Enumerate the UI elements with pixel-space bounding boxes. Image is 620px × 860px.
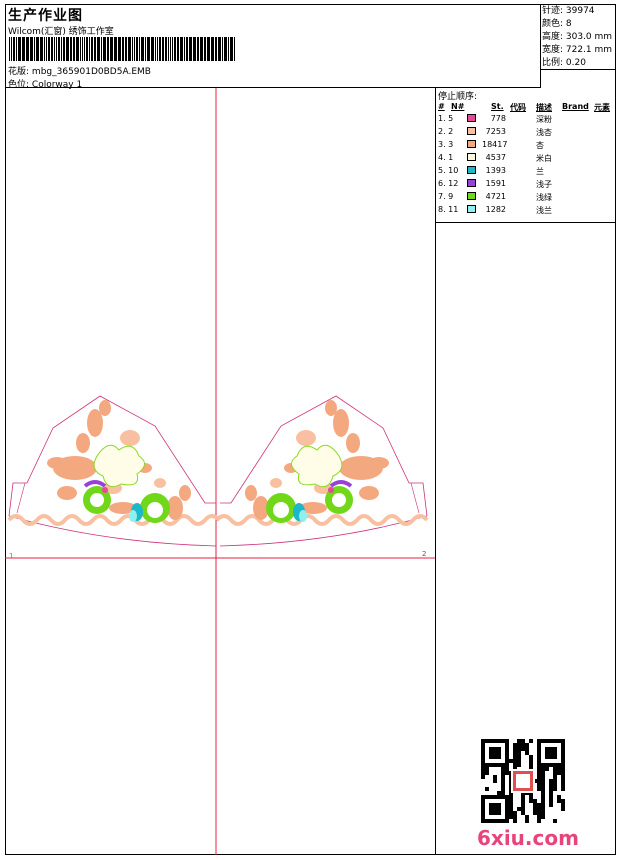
stitch-count: 1393 (485, 166, 506, 175)
stop-index: 1. 5 (438, 114, 454, 123)
stitch-count: 1591 (485, 179, 506, 188)
page-title: 生产作业图 (8, 8, 83, 24)
stop-row: 1. 5 778 深粉 (436, 114, 617, 126)
stop-row: 4. 1 4537 米白 (436, 153, 617, 165)
stop-index: 7. 9 (438, 192, 454, 201)
left-cup-motif (7, 395, 221, 547)
stop-sequence-panel: 停止顺序: # N# St. 代码 描述 Brand 元素 1. 5 778 深粉 2… (435, 88, 616, 223)
stop-index: 8. 11 (438, 205, 459, 214)
color-description: 兰 (536, 167, 544, 176)
col-header: Brand (562, 102, 589, 111)
stitch-count: 778 (490, 114, 506, 123)
col-header: N# (451, 102, 465, 111)
stop-index: 5. 10 (438, 166, 459, 175)
color-description: 浅兰 (536, 206, 552, 215)
company-name: Wilcom(汇窗) 绣饰工作室 (8, 27, 114, 37)
stitch-count: 18417 (482, 140, 508, 149)
stitch-count: 7253 (485, 127, 506, 136)
col-header: 代码 (510, 103, 526, 112)
color-description: 浅杏 (536, 128, 552, 137)
svg-text:2: 2 (422, 550, 426, 558)
stop-index: 6. 12 (438, 179, 459, 188)
stop-row: 3. 3 18417 杏 (436, 140, 617, 152)
color-swatch-icon (467, 127, 476, 135)
stop-row: 7. 9 4721 浅绿 (436, 192, 617, 204)
col-header: # (438, 102, 445, 111)
color-swatch-icon (467, 114, 476, 122)
header-panel: 生产作业图 Wilcom(汇窗) 绣饰工作室 花版: mbg_365901D0B… (5, 4, 541, 90)
barcode-icon (9, 37, 235, 61)
color-swatch-icon (467, 140, 476, 148)
stop-sequence-title: 停止顺序: (438, 92, 478, 102)
col-header: St. (491, 102, 504, 111)
color-count: 颜色: 8 (542, 19, 572, 29)
stop-index: 2. 2 (438, 127, 454, 136)
panel-divider (435, 222, 436, 855)
stats-panel: 针迹: 39974 颜色: 8 高度: 303.0 mm 宽度: 722.1 m… (540, 4, 616, 70)
qr-code-icon (481, 739, 565, 823)
stitch-count: 1282 (485, 205, 506, 214)
color-description: 深粉 (536, 115, 552, 124)
design-height: 高度: 303.0 mm (542, 32, 613, 42)
watermark-brand: 6xiu.com (477, 826, 579, 850)
stop-row: 5. 10 1393 兰 (436, 166, 617, 178)
stop-index: 4. 1 (438, 153, 454, 162)
color-swatch-icon (467, 205, 476, 213)
col-header: 描述 (536, 103, 552, 112)
stitch-count: 针迹: 39974 (542, 6, 595, 16)
color-description: 浅绿 (536, 193, 552, 202)
design-file: mbg_365901D0BD5A.EMB (31, 67, 151, 77)
embroidery-preview: 1 2 (5, 88, 435, 855)
design-width: 宽度: 722.1 mm (542, 45, 613, 55)
color-swatch-icon (467, 153, 476, 161)
svg-text:1: 1 (9, 552, 13, 560)
col-header: 元素 (594, 103, 610, 112)
stop-row: 6. 12 1591 浅子 (436, 179, 617, 191)
design-file-row: 花版: mbg_365901D0BD5A.EMB (8, 64, 151, 77)
color-description: 浅子 (536, 180, 552, 189)
stop-row: 2. 2 7253 浅杏 (436, 127, 617, 139)
color-swatch-icon (467, 179, 476, 187)
color-description: 米白 (536, 154, 552, 163)
design-label: 花版: (8, 67, 30, 77)
stitch-count: 4537 (485, 153, 506, 162)
stop-index: 3. 3 (438, 140, 454, 149)
right-cup-motif (215, 395, 429, 547)
stop-sequence-header: # N# St. 代码 描述 Brand 元素 (436, 102, 617, 113)
stitch-count: 4721 (485, 192, 506, 201)
color-description: 杏 (536, 141, 544, 150)
color-swatch-icon (467, 166, 476, 174)
stop-row: 8. 11 1282 浅兰 (436, 205, 617, 217)
design-scale: 比例: 0.20 (542, 58, 586, 68)
color-swatch-icon (467, 192, 476, 200)
